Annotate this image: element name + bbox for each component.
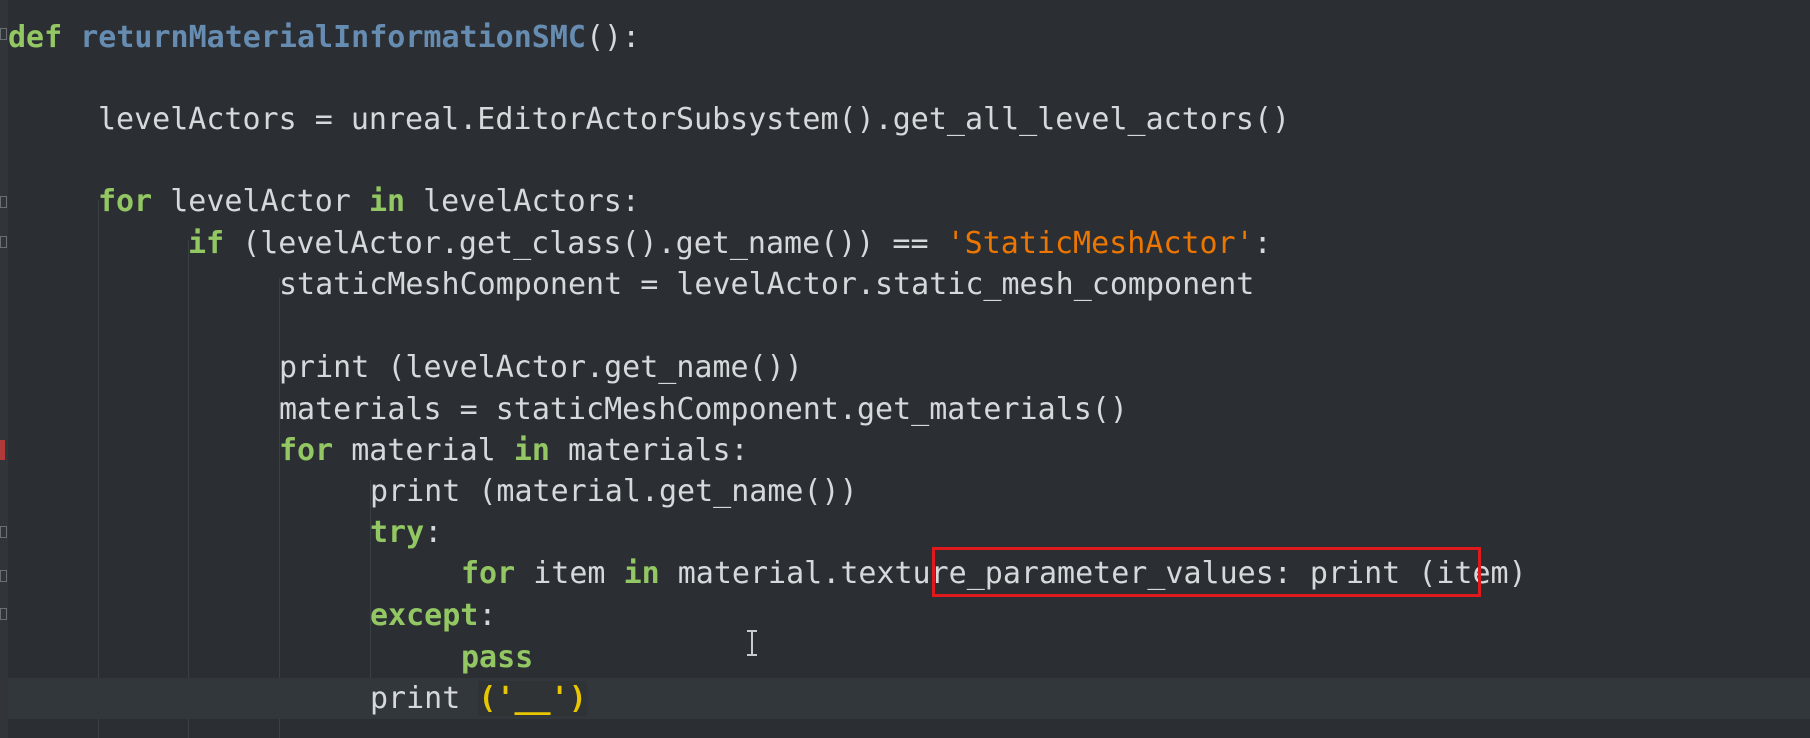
fold-marker-icon[interactable] (0, 196, 7, 208)
fold-marker-icon[interactable] (0, 570, 7, 582)
code-text: : (424, 515, 443, 550)
string-literal: '__' (496, 681, 569, 716)
keyword-in: in (368, 184, 406, 219)
keyword-for: for (461, 556, 516, 591)
code-line-14[interactable]: print ('__') (370, 679, 587, 719)
code-line-2[interactable]: levelActors = unreal.EditorActorSubsyste… (98, 100, 1290, 140)
matched-paren: ( (478, 681, 497, 716)
code-line-13[interactable]: pass (461, 638, 533, 678)
code-text: levelActors: (405, 184, 640, 219)
code-text: print (material.get_name()) (370, 474, 858, 509)
keyword-if: if (188, 226, 225, 261)
keyword-for: for (98, 184, 153, 219)
code-line-3[interactable]: for levelActor in levelActors: (98, 182, 640, 222)
fold-marker-icon[interactable] (0, 236, 7, 248)
code-text: print (370, 681, 479, 716)
keyword-try: try (370, 515, 425, 550)
keyword-pass: pass (461, 640, 534, 675)
keyword-in: in (513, 433, 550, 468)
string-literal: 'StaticMeshActor' (946, 226, 1254, 261)
code-line-9[interactable]: print (material.get_name()) (370, 472, 858, 512)
code-line-12[interactable]: except: (370, 596, 496, 636)
keyword-in: in (623, 556, 660, 591)
indent-guide (279, 278, 280, 738)
code-text: (): (585, 20, 641, 55)
code-text: material. (659, 556, 841, 591)
code-text: materials: (549, 433, 749, 468)
code-text: item (515, 556, 624, 591)
code-line-1[interactable]: def returnMaterialInformationSMC(): (8, 18, 640, 58)
fold-marker-icon[interactable] (0, 526, 7, 538)
indent-guide (98, 200, 99, 738)
current-line-highlight (8, 678, 1810, 719)
text-cursor-icon (745, 630, 759, 656)
editor-gutter[interactable] (0, 0, 8, 738)
code-line-10[interactable]: try: (370, 513, 442, 553)
code-text: levelActor (152, 184, 369, 219)
breakpoint-icon[interactable] (0, 440, 5, 460)
indent-guide (188, 240, 189, 738)
code-editor[interactable]: def returnMaterialInformationSMC(): leve… (0, 0, 1810, 738)
code-line-8[interactable]: for material in materials: (279, 431, 749, 471)
code-text: (levelActor.get_class().get_name()) == (224, 226, 947, 261)
fold-marker-icon[interactable] (0, 608, 7, 620)
code-line-6[interactable]: print (levelActor.get_name()) (279, 348, 803, 388)
code-text: levelActors = unreal.EditorActorSubsyste… (98, 102, 1291, 137)
code-text: staticMeshComponent = levelActor.static_… (279, 267, 1255, 302)
code-line-5[interactable]: staticMeshComponent = levelActor.static_… (279, 265, 1254, 305)
code-text: materials = staticMeshComponent.get_mate… (279, 392, 1128, 427)
code-text: : (1253, 226, 1272, 261)
code-line-7[interactable]: materials = staticMeshComponent.get_mate… (279, 390, 1128, 430)
function-name: returnMaterialInformationSMC (80, 20, 586, 55)
code-text: : (478, 598, 497, 633)
code-text: print (levelActor.get_name()) (279, 350, 803, 385)
matched-paren: ) (568, 681, 587, 716)
keyword-for: for (279, 433, 334, 468)
annotation-highlight-box (932, 547, 1481, 597)
keyword-def: def (8, 20, 63, 55)
code-line-4[interactable]: if (levelActor.get_class().get_name()) =… (188, 224, 1272, 264)
keyword-except: except (370, 598, 479, 633)
fold-marker-icon[interactable] (0, 28, 7, 40)
code-text: material (333, 433, 514, 468)
